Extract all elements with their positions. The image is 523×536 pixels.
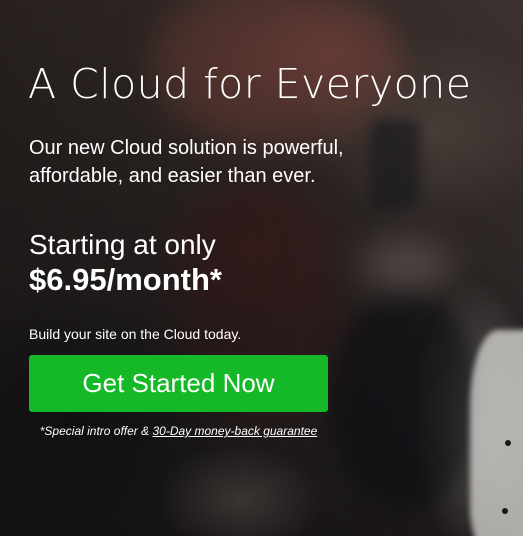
cta-label: Build your site on the Cloud today. <box>29 326 242 342</box>
hero-content: A Cloud for Everyone Our new Cloud solut… <box>0 0 523 536</box>
hero-subtitle-line2: affordable, and easier than ever. <box>29 165 316 187</box>
money-back-guarantee-link[interactable]: 30-Day money-back guarantee <box>152 424 317 438</box>
offer-prefix: *Special intro offer & <box>39 424 153 438</box>
hero-headline: A Cloud for Everyone <box>28 60 472 108</box>
get-started-button[interactable]: Get Started Now <box>29 355 328 412</box>
offer-note: *Special intro offer & 30-Day money-back… <box>29 423 328 439</box>
price-value: $6.95/month* <box>29 262 222 297</box>
hero-subtitle: Our new Cloud solution is powerful, affo… <box>29 134 369 190</box>
hero-subtitle-line1: Our new Cloud solution is powerful, <box>29 137 344 159</box>
price-intro: Starting at only <box>29 229 216 260</box>
